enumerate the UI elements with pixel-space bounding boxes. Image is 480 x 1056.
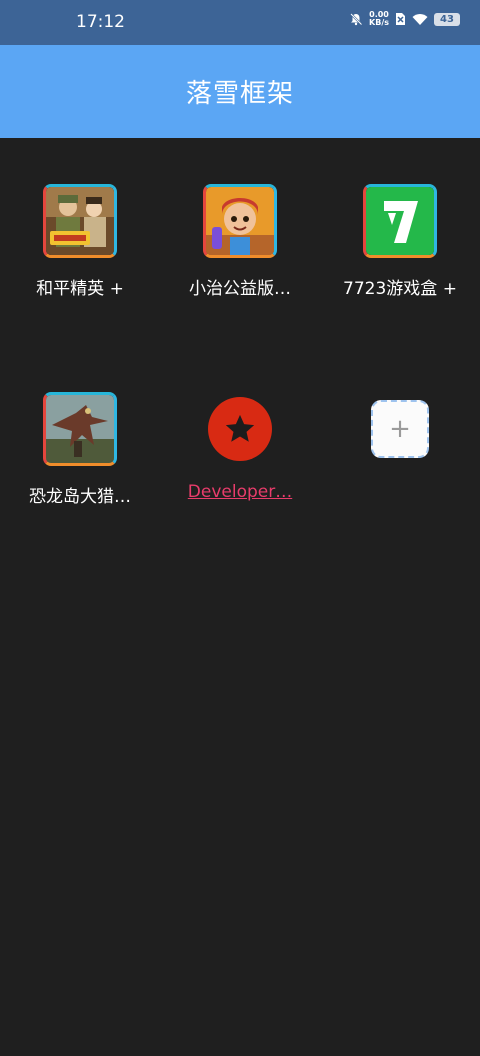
status-icons: 0.00 KB/s 43 [349,11,460,27]
peace-elite-game-icon[interactable] [43,184,117,258]
net-speed-unit: KB/s [369,18,389,27]
dinosaur-island-game-icon[interactable] [43,392,117,466]
app-label: 和平精英 + [36,279,124,299]
app-item[interactable]: 小治公益版… [160,184,320,299]
app-label: 恐龙岛大猎… [29,487,131,507]
app-grid: 和平精英 + 小治公益版… 7723游戏盒 + 恐龙岛大猎… Developer… [0,138,480,1056]
app-item[interactable]: 和平精英 + [0,184,160,299]
add-app-button[interactable]: + [371,400,429,458]
no-sim-icon [396,13,405,25]
subway-surfers-game-icon[interactable] [203,184,277,258]
app-item[interactable]: 7723游戏盒 + [320,184,480,299]
plus-icon: + [389,414,411,444]
app-item[interactable]: 恐龙岛大猎… [0,392,160,507]
wifi-icon [412,13,428,25]
add-app-cell[interactable]: + [320,392,480,466]
net-speed: 0.00 KB/s [369,11,389,27]
page-title: 落雪框架 [185,79,294,109]
mute-bell-icon [350,13,363,26]
status-time: 17:12 [76,12,125,32]
star-icon[interactable] [208,397,272,461]
7723-game-box-icon[interactable] [363,184,437,258]
developer-link[interactable]: Developer… [188,482,292,502]
app-bar: 落雪框架 [0,45,480,138]
status-bar: 17:12 0.00 KB/s 43 [0,0,480,45]
app-label: 小治公益版… [189,279,291,299]
app-label: 7723游戏盒 + [343,279,457,299]
app-item[interactable]: Developer… [160,392,320,502]
battery-icon: 43 [434,12,460,26]
